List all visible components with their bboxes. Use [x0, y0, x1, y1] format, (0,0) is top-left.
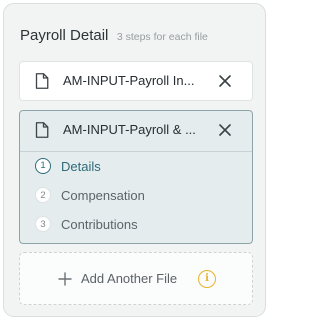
add-another-file-button[interactable]: Add Another File i	[19, 252, 253, 305]
step-number: 2	[35, 187, 51, 203]
close-icon[interactable]	[217, 122, 233, 138]
file-name: AM-INPUT-Payroll In...	[63, 73, 195, 88]
step-label: Compensation	[61, 188, 145, 203]
info-icon[interactable]: i	[198, 270, 216, 288]
file-row: AM-INPUT-Payroll & ...	[20, 111, 252, 149]
file-name: AM-INPUT-Payroll & ...	[63, 122, 196, 137]
panel-header: Payroll Detail 3 steps for each file	[20, 27, 208, 45]
payroll-detail-panel: Payroll Detail 3 steps for each file AM-…	[3, 3, 266, 317]
add-file-label: Add Another File	[81, 271, 178, 286]
document-icon	[35, 73, 49, 89]
step-number: 3	[35, 216, 51, 232]
step-label: Details	[61, 159, 101, 174]
file-row: AM-INPUT-Payroll In...	[20, 62, 252, 100]
close-icon[interactable]	[217, 73, 233, 89]
file-card[interactable]: AM-INPUT-Payroll In...	[19, 61, 253, 101]
panel-subtitle: 3 steps for each file	[116, 31, 208, 43]
step-number: 1	[35, 158, 51, 174]
step-label: Contributions	[61, 217, 138, 232]
panel-title: Payroll Detail	[20, 27, 109, 44]
document-icon	[35, 122, 49, 138]
plus-icon	[58, 272, 72, 286]
card-divider	[20, 151, 252, 152]
file-card-active[interactable]: AM-INPUT-Payroll & ... 1 Details 2 Compe…	[19, 110, 253, 244]
